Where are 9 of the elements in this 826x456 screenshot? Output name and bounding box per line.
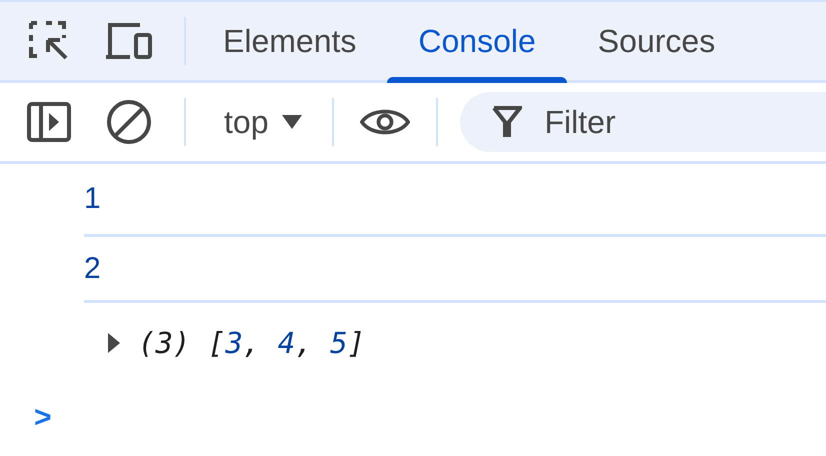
array-preview: (3) [3, 4, 5] bbox=[138, 326, 366, 360]
panel-tab[interactable]: Elements bbox=[192, 2, 388, 80]
console-prompt[interactable]: > bbox=[34, 401, 52, 435]
console-output: 1 bbox=[84, 182, 101, 216]
panel-tab[interactable]: Console bbox=[387, 2, 567, 80]
panel-tab[interactable]: Sources bbox=[566, 2, 746, 80]
filter-field[interactable]: Filter bbox=[460, 92, 826, 152]
context-selector[interactable]: top bbox=[224, 104, 302, 140]
console-output: 2 bbox=[84, 252, 101, 286]
